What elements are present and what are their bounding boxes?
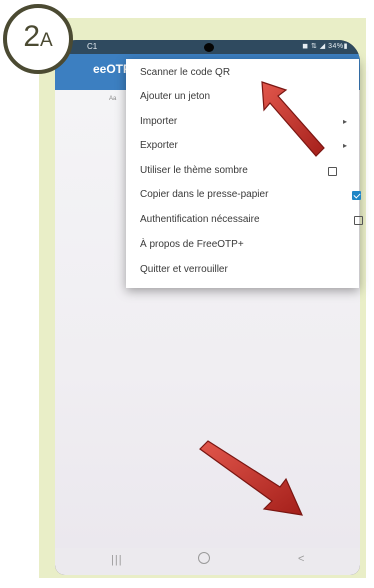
menu-item-label: Quitter et verrouiller [140,264,228,275]
step-badge-label: 2A [7,22,69,56]
dark-theme-checkbox[interactable] [328,167,337,176]
menu-item-scan-qr[interactable]: Scanner le code QR [140,62,230,84]
menu-item-label: À propos de FreeOTP+ [140,239,244,250]
app-subtitle: Aa [109,96,117,102]
auth-required-checkbox[interactable] [354,216,363,225]
menu-item-auth-required[interactable]: Authentification nécessaire [140,209,363,231]
home-button[interactable] [198,552,210,564]
arrow-to-scan-qr-icon [261,81,325,157]
step-number: 2 [23,20,40,53]
menu-item-about[interactable]: À propos de FreeOTP+ [140,234,244,256]
step-badge: 2A [3,4,73,74]
submenu-arrow-icon: ▸ [342,117,347,126]
menu-item-dark-theme[interactable]: Utiliser le thème sombre [140,160,359,182]
menu-item-add-token[interactable]: Ajouter un jeton [140,86,210,108]
front-camera [204,43,214,52]
status-time: C1 [87,42,98,51]
menu-item-label: Exporter [140,140,178,151]
status-bar: C1 ◼ ⇅ ◢ 34%▮ [55,40,360,54]
arrow-to-fab-icon [199,440,303,516]
menu-item-copy-clipboard[interactable]: Copier dans le presse-papier [140,184,361,206]
back-button[interactable]: < [298,553,304,565]
submenu-arrow-icon: ▸ [342,141,347,150]
system-nav-bar: ||| < [55,548,360,575]
menu-item-label: Copier dans le presse-papier [140,189,269,200]
menu-item-label: Authentification nécessaire [140,214,260,225]
menu-item-label: Ajouter un jeton [140,91,211,102]
menu-item-label: Scanner le code QR [140,67,231,78]
menu-item-label: Utiliser le thème sombre [140,165,248,176]
recent-apps-button[interactable]: ||| [111,554,123,566]
menu-item-quit-lock[interactable]: Quitter et verrouiller [140,259,228,281]
menu-item-label: Importer [140,116,178,127]
step-letter: A [40,30,53,51]
status-icons: ◼ ⇅ ◢ 34%▮ [302,43,348,50]
copy-clipboard-checkbox[interactable] [352,191,361,200]
